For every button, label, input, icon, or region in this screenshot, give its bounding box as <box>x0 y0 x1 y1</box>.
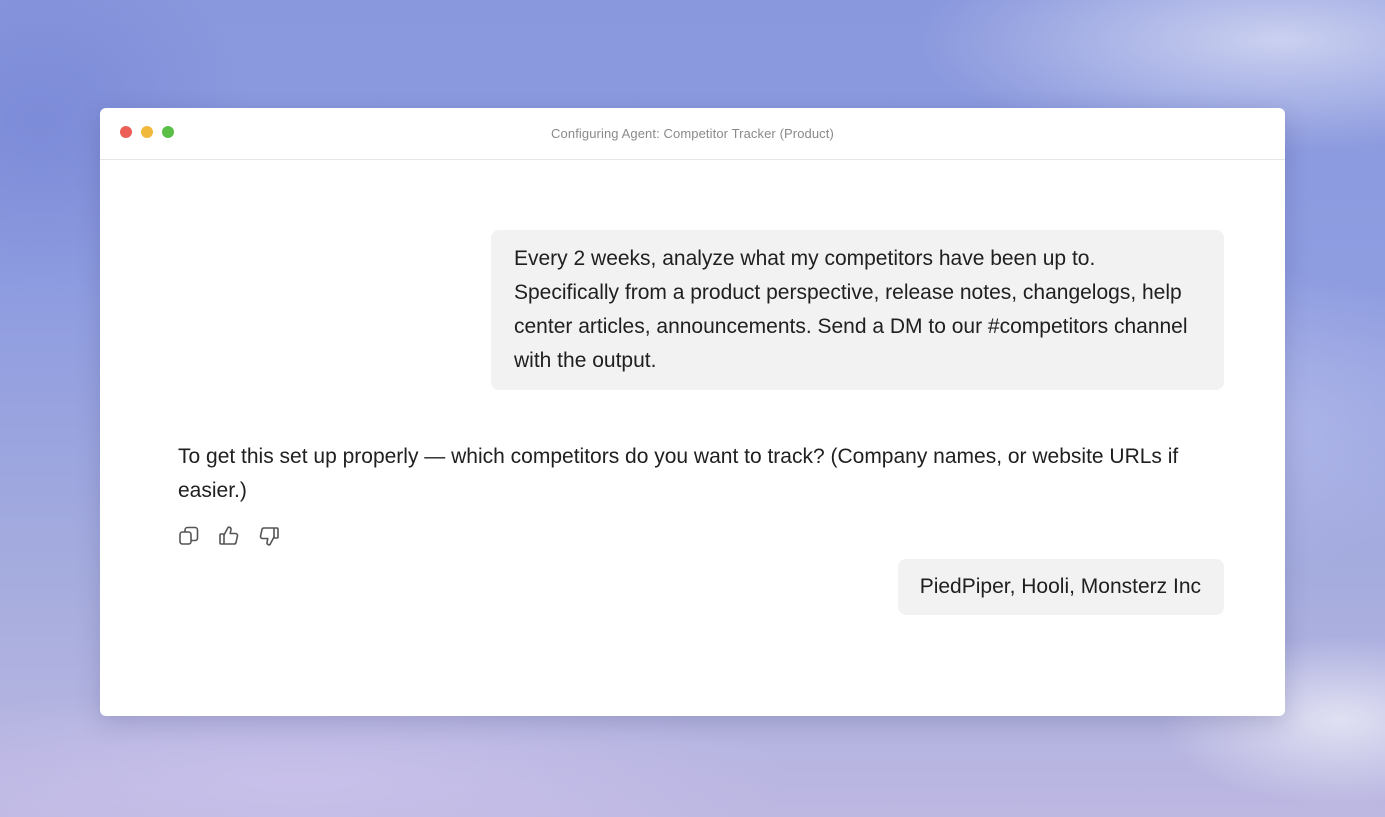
assistant-message: To get this set up properly — which comp… <box>178 445 1179 502</box>
chat-thread: Every 2 weeks, analyze what my competito… <box>100 160 1285 716</box>
close-window-button[interactable] <box>120 126 132 138</box>
thumbs-up-button[interactable] <box>217 524 241 548</box>
user-message: PiedPiper, Hooli, Monsterz Inc <box>897 559 1224 615</box>
thumbs-down-icon <box>259 527 279 546</box>
copy-button[interactable] <box>177 524 201 548</box>
thumbs-down-button[interactable] <box>257 524 281 548</box>
thumbs-up-icon <box>219 526 239 545</box>
app-window: Configuring Agent: Competitor Tracker (P… <box>100 108 1285 716</box>
maximize-window-button[interactable] <box>162 126 174 138</box>
window-title: Configuring Agent: Competitor Tracker (P… <box>551 126 834 141</box>
copy-icon <box>179 526 199 545</box>
user-message: Every 2 weeks, analyze what my competito… <box>491 230 1224 390</box>
minimize-window-button[interactable] <box>141 126 153 138</box>
message-actions <box>177 524 281 548</box>
title-bar: Configuring Agent: Competitor Tracker (P… <box>100 108 1285 160</box>
window-controls <box>120 126 174 138</box>
